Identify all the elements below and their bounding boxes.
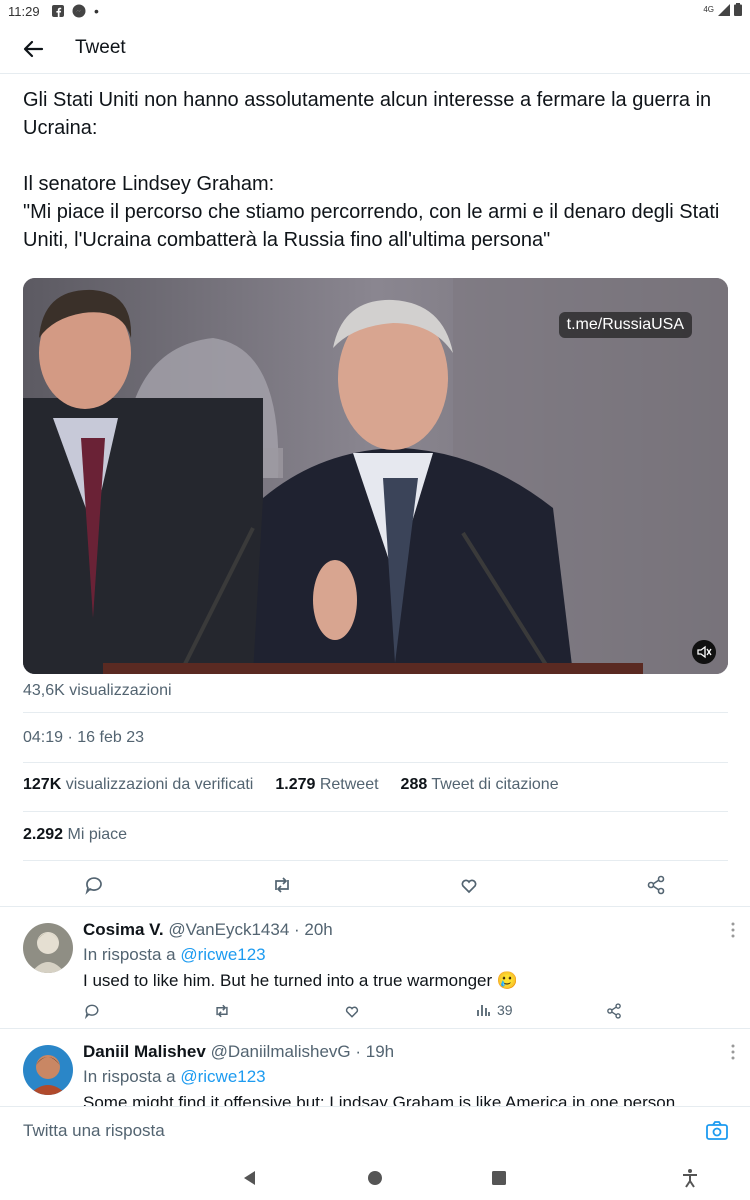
reply-context: In risposta a @ricwe123 xyxy=(83,1067,266,1086)
reply-author-handle[interactable]: @DaniilmalishevG xyxy=(211,1042,351,1061)
reply-input[interactable]: Twitta una risposta xyxy=(23,1121,165,1141)
more-options-icon[interactable] xyxy=(730,921,736,939)
reply-action-bar: 39 xyxy=(83,1002,643,1022)
tweet-video[interactable]: t.me/RussiaUSA xyxy=(23,278,728,674)
reply-header: Daniil Malishev @DaniilmalishevG · 19h xyxy=(83,1042,394,1062)
camera-icon[interactable] xyxy=(706,1121,728,1141)
verified-views-stat[interactable]: 127K visualizzazioni da verificati xyxy=(23,776,253,794)
signal-icon xyxy=(718,3,730,16)
share-button[interactable] xyxy=(605,1002,623,1020)
share-icon xyxy=(607,1003,621,1019)
status-bar: 11:29 • 4G xyxy=(0,0,750,24)
reply-header: Cosima V. @VanEyck1434 · 20h xyxy=(83,920,333,940)
retweets-stat[interactable]: 1.279 Retweet xyxy=(275,776,378,794)
likes-stat[interactable]: 2.292 Mi piace xyxy=(23,826,127,844)
divider xyxy=(23,860,728,861)
reply-view-count: 39 xyxy=(497,1002,513,1018)
like-button[interactable] xyxy=(343,1002,361,1020)
system-icons: 4G xyxy=(703,3,742,16)
reply-author-handle[interactable]: @VanEyck1434 xyxy=(168,920,289,939)
tweet-paragraph: Il senatore Lindsey Graham: "Mi piace il… xyxy=(23,173,720,251)
reply-time: · 20h xyxy=(294,920,333,939)
nav-recents-icon[interactable] xyxy=(489,1168,509,1188)
header-title: Tweet xyxy=(75,37,126,58)
like-icon xyxy=(345,1006,359,1018)
analytics-icon xyxy=(477,1005,490,1016)
tweet-paragraph: Gli Stati Uniti non hanno assolutamente … xyxy=(23,89,712,139)
app-header: Tweet xyxy=(0,24,750,74)
battery-icon xyxy=(734,3,742,16)
likes-count: 2.292 xyxy=(23,826,64,843)
tweet-views: 43,6K visualizzazioni xyxy=(23,682,172,699)
reply-time: · 19h xyxy=(355,1042,395,1061)
reply-button[interactable] xyxy=(83,1002,101,1020)
views-button[interactable]: 39 xyxy=(475,1002,513,1018)
facebook-icon xyxy=(52,5,64,17)
reply-item[interactable]: Cosima V. @VanEyck1434 · 20h In risposta… xyxy=(0,907,750,1027)
network-label: 4G xyxy=(703,5,714,14)
avatar[interactable] xyxy=(23,923,73,973)
more-options-icon[interactable] xyxy=(730,1043,736,1061)
reply-context: In risposta a @ricwe123 xyxy=(83,945,266,964)
reply-to-link[interactable]: @ricwe123 xyxy=(180,945,265,964)
reply-icon xyxy=(84,1004,99,1020)
notification-icons: • xyxy=(52,3,99,19)
reply-icon[interactable] xyxy=(83,874,105,896)
system-nav-bar xyxy=(0,1156,750,1200)
reply-text: I used to like him. But he turned into a… xyxy=(83,971,519,990)
nav-home-icon[interactable] xyxy=(365,1168,385,1188)
divider xyxy=(23,762,728,763)
mute-icon[interactable] xyxy=(692,640,716,664)
divider xyxy=(23,811,728,812)
dot-icon: • xyxy=(94,3,99,19)
retweet-icon[interactable] xyxy=(271,874,293,896)
reply-author-name[interactable]: Cosima V. xyxy=(83,920,164,939)
quotes-stat[interactable]: 288 Tweet di citazione xyxy=(401,776,559,794)
tweet-text: Gli Stati Uniti non hanno assolutamente … xyxy=(23,86,733,254)
share-icon[interactable] xyxy=(645,874,667,896)
tweet-action-bar xyxy=(23,870,728,900)
retweet-icon xyxy=(216,1004,228,1018)
reply-item[interactable]: Daniil Malishev @DaniilmalishevG · 19h I… xyxy=(0,1029,750,1106)
status-time: 11:29 xyxy=(8,4,40,19)
reply-compose-bar[interactable]: Twitta una risposta xyxy=(0,1106,750,1156)
avatar[interactable] xyxy=(23,1045,73,1095)
tweet-timestamp: 04:19 · 16 feb 23 xyxy=(23,729,144,746)
video-watermark: t.me/RussiaUSA xyxy=(558,312,692,338)
reply-to-link[interactable]: @ricwe123 xyxy=(180,1067,265,1086)
accessibility-icon[interactable] xyxy=(680,1168,700,1188)
back-arrow-icon[interactable] xyxy=(18,34,48,64)
nav-back-icon[interactable] xyxy=(240,1168,260,1188)
tweet-stats: 127K visualizzazioni da verificati 1.279… xyxy=(23,776,559,794)
divider xyxy=(23,712,728,713)
likes-label: Mi piace xyxy=(67,826,128,843)
reply-author-name[interactable]: Daniil Malishev xyxy=(83,1042,206,1061)
reply-text: Some might find it offensive but: Lindsa… xyxy=(83,1093,676,1106)
like-icon[interactable] xyxy=(458,874,480,896)
retweet-button[interactable] xyxy=(213,1002,231,1020)
messenger-icon xyxy=(72,4,86,18)
